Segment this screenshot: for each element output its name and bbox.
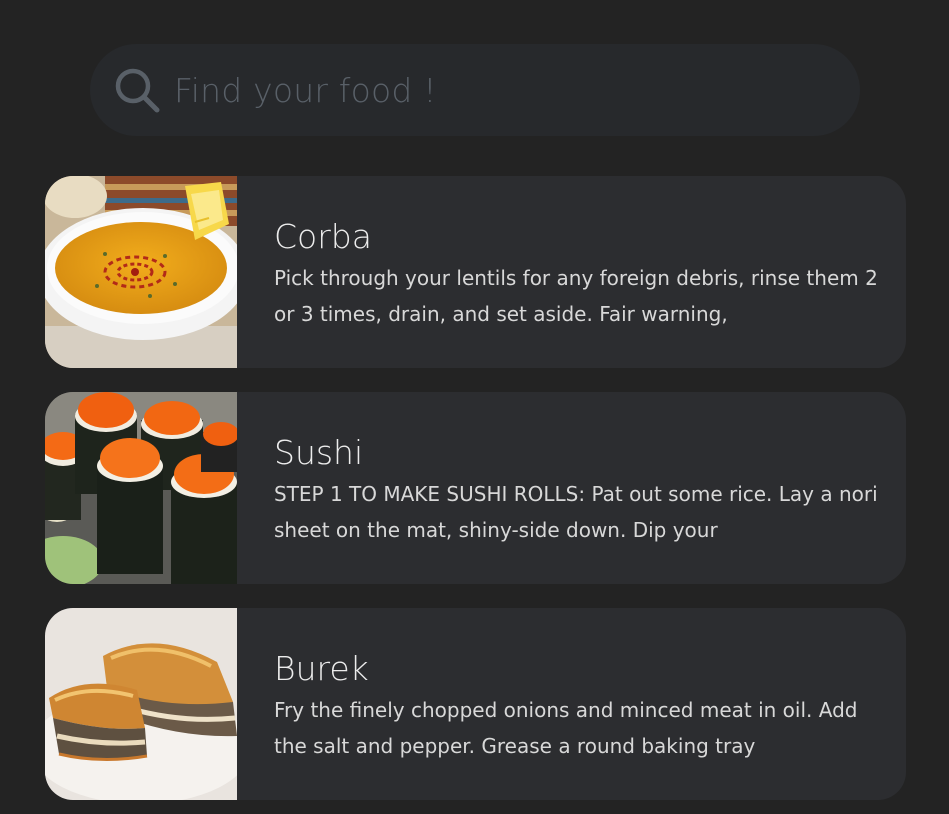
meal-card-corba[interactable]: Corba Pick through your lentils for any … [45,176,906,368]
meal-card-sushi[interactable]: Sushi STEP 1 TO MAKE SUSHI ROLLS: Pat ou… [45,392,906,584]
meal-description: Pick through your lentils for any foreig… [274,266,878,326]
search-input[interactable] [172,59,860,121]
meal-thumbnail-sushi [45,392,237,584]
meal-search-page: Corba Pick through your lentils for any … [0,0,949,814]
meal-title: Sushi [274,433,364,472]
meal-card-body: Burek Fry the finely chopped onions and … [237,608,906,800]
meal-title: Burek [274,649,369,688]
meal-thumbnail-burek [45,608,237,800]
meal-card-burek[interactable]: Burek Fry the finely chopped onions and … [45,608,906,800]
search-icon [115,68,160,113]
meal-description: Fry the finely chopped onions and minced… [274,698,858,758]
meal-description: STEP 1 TO MAKE SUSHI ROLLS: Pat out some… [274,482,878,542]
meal-card-body: Corba Pick through your lentils for any … [237,176,906,368]
meal-title: Corba [274,217,372,256]
search-bar[interactable] [90,44,860,136]
meal-thumbnail-corba [45,176,237,368]
meal-card-body: Sushi STEP 1 TO MAKE SUSHI ROLLS: Pat ou… [237,392,906,584]
